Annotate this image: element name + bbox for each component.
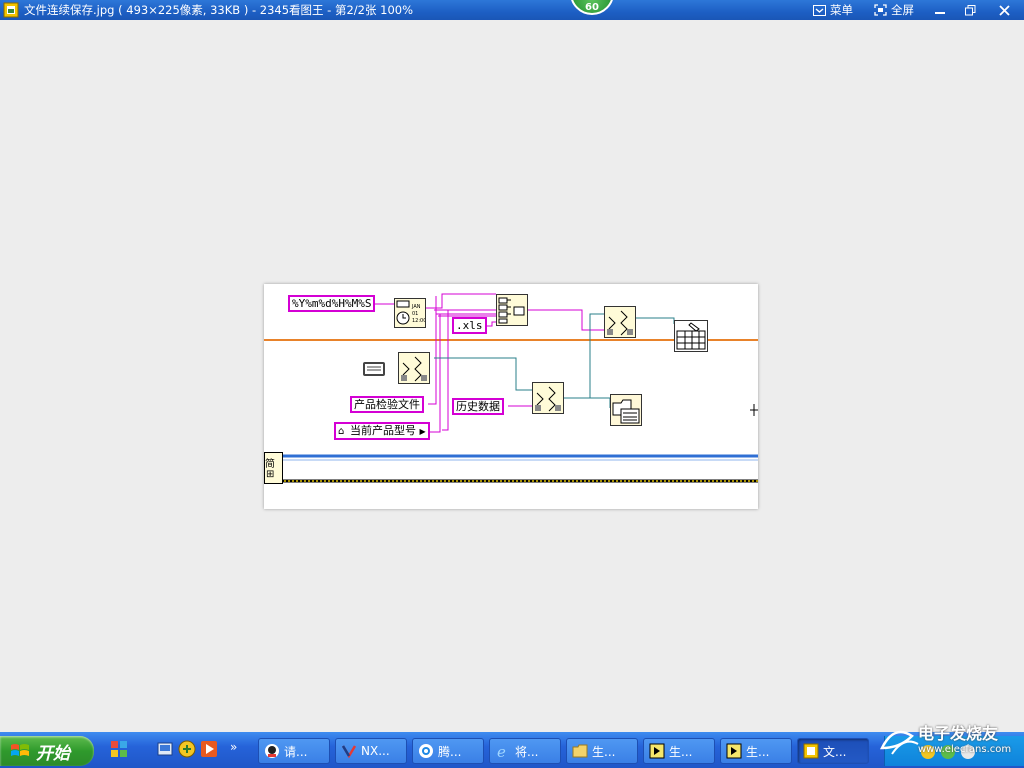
taskbar-task-2[interactable]: NX... [335, 738, 407, 764]
restore-icon [964, 4, 975, 15]
build-path-node-3 [604, 306, 636, 338]
current-model-text: 当前产品型号 [350, 424, 416, 437]
qq-icon [265, 744, 279, 758]
grid-icon: ⊞ [266, 469, 275, 480]
concatenate-icon [498, 297, 525, 324]
labview-vi-icon [649, 743, 665, 759]
current-model-label: ⌂ 当前产品型号 ▶ [334, 422, 430, 440]
task-label: NX... [361, 744, 390, 758]
internet-explorer-icon: e [497, 743, 506, 759]
browser-quicklaunch-icon[interactable] [178, 740, 196, 758]
watermark-text: 电子发烧友 [918, 724, 999, 743]
quick-launch-more[interactable]: » [230, 740, 237, 754]
svg-text:JAN: JAN [411, 304, 421, 310]
windows-logo-icon [11, 744, 29, 756]
minimize-button[interactable] [930, 1, 950, 19]
arrow-right-icon: ▶ [419, 427, 426, 436]
task-label: 生... [669, 744, 693, 759]
taskbar: 开始 » 请... NX... 腾... e 将... 生... 生... 生.… [0, 732, 1024, 768]
cluster-node-text: 简 [265, 459, 275, 470]
show-desktop-icon[interactable] [156, 740, 174, 758]
path-constant-folder [362, 358, 386, 378]
fullscreen-label: 全屏 [891, 3, 914, 17]
svg-text:12:00: 12:00 [412, 318, 425, 324]
nx-app-icon [341, 745, 357, 759]
folder-icon [572, 744, 588, 758]
menu-button[interactable]: 菜单 [813, 1, 853, 19]
taskbar-task-6[interactable]: 生... [643, 738, 715, 764]
cluster-node-fragment: 简 ⊞ [264, 452, 283, 484]
image-viewer-app-icon [3, 2, 19, 18]
svg-text:e: e [497, 743, 506, 759]
task-label: 生... [592, 744, 616, 759]
window-title: 文件连续保存.jpg ( 493×225像素, 33KB ) - 2345看图王… [24, 3, 414, 17]
minimize-icon [935, 12, 945, 14]
fullscreen-button[interactable]: 全屏 [874, 1, 914, 19]
taskbar-task-5[interactable]: 生... [566, 738, 638, 764]
taskbar-task-7[interactable]: 生... [720, 738, 792, 764]
tencent-browser-icon [419, 744, 433, 758]
task-label: 腾... [438, 744, 462, 759]
quick-launch-app-icon[interactable] [110, 740, 128, 758]
folder-icon [612, 399, 640, 424]
history-data-label: 历史数据 [452, 398, 504, 415]
labview-block-diagram-image: %Y%m%d%H%M%S .xls 产品检验文件 历史数据 ⌂ 当前产品型号 ▶… [264, 284, 758, 509]
taskbar-task-3[interactable]: 腾... [412, 738, 484, 764]
close-button[interactable] [994, 1, 1014, 19]
start-label: 开始 [36, 743, 70, 764]
task-label: 文... [823, 744, 847, 759]
image-viewer-app-icon [803, 743, 819, 759]
menu-icon [813, 4, 826, 16]
task-label: 将... [515, 744, 539, 759]
folder-icon [363, 362, 385, 376]
home-icon: ⌂ [338, 426, 345, 437]
format-datetime-node: JAN 01 12:00 [394, 298, 426, 328]
clock-icon: JAN 01 12:00 [396, 300, 426, 325]
menu-label: 菜单 [830, 3, 853, 17]
restore-button[interactable] [960, 1, 980, 19]
concatenate-strings-node [496, 294, 528, 326]
task-label: 生... [746, 744, 770, 759]
format-string-constant: %Y%m%d%H%M%S [288, 295, 376, 312]
taskbar-task-4[interactable]: e 将... [489, 738, 561, 764]
title-bar: 文件连续保存.jpg ( 493×225像素, 33KB ) - 2345看图王… [0, 0, 1024, 20]
taskbar-task-8-active[interactable]: 文... [797, 738, 869, 764]
build-path-icon [535, 386, 561, 412]
frame-rate-badge[interactable]: 60 [570, 0, 614, 15]
start-button[interactable]: 开始 [0, 736, 94, 766]
extension-constant: .xls [452, 317, 487, 334]
close-icon [998, 4, 1010, 16]
taskbar-task-1[interactable]: 请... [258, 738, 330, 764]
inspection-file-label: 产品检验文件 [350, 396, 424, 413]
build-path-node-2 [532, 382, 564, 414]
image-canvas[interactable]: %Y%m%d%H%M%S .xls 产品检验文件 历史数据 ⌂ 当前产品型号 ▶… [0, 20, 1024, 732]
spreadsheet-icon [676, 322, 706, 350]
watermark-url: www.elecfans.com [918, 744, 1012, 755]
build-path-icon [401, 356, 427, 382]
build-path-node-1 [398, 352, 430, 384]
create-folder-node [610, 394, 642, 426]
write-spreadsheet-node [674, 320, 708, 352]
svg-text:01: 01 [412, 311, 418, 317]
fullscreen-icon [874, 4, 887, 16]
build-path-icon [607, 310, 633, 336]
task-label: 请... [284, 744, 308, 759]
media-player-icon[interactable] [200, 740, 218, 758]
labview-vi-icon [726, 743, 742, 759]
